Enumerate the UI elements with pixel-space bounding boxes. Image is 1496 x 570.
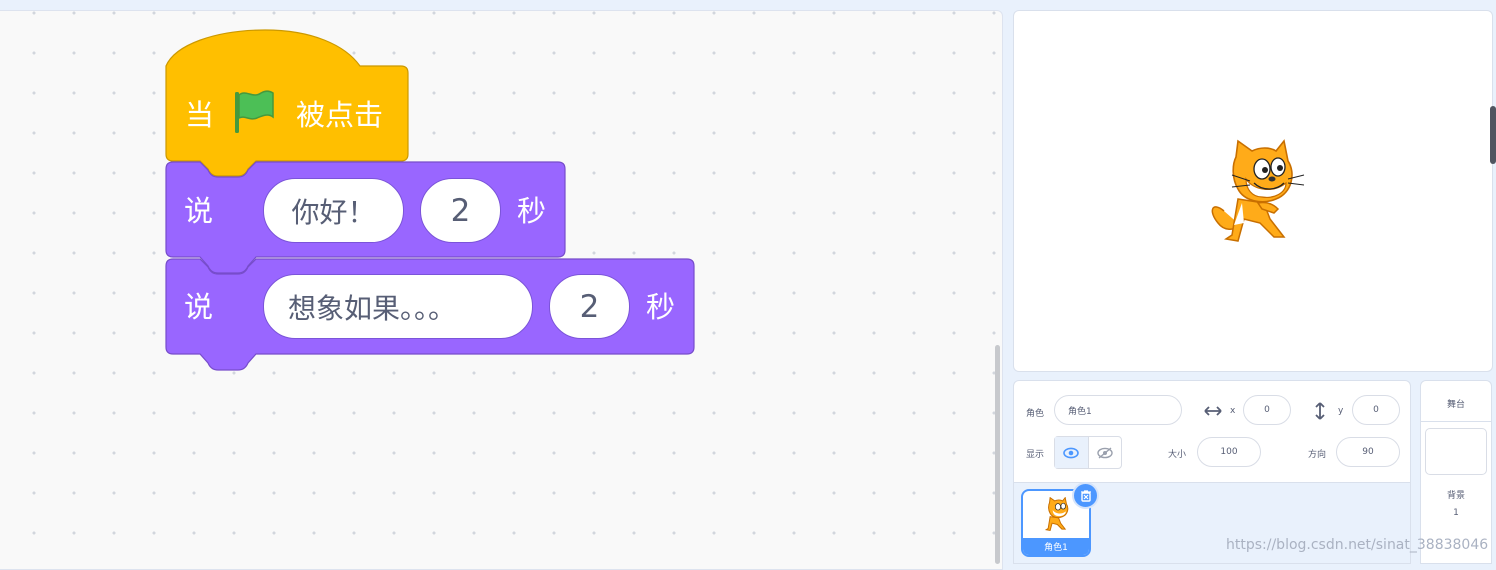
- hat-clicked-label: 被点击: [296, 98, 384, 132]
- watermark: https://blog.csdn.net/sinat_38838046: [1226, 537, 1489, 553]
- y-input[interactable]: 0: [1352, 395, 1400, 425]
- x-position-icon: [1204, 406, 1222, 416]
- say-1-seconds-input[interactable]: 2: [420, 178, 501, 243]
- sprite-name-label: 角色: [1026, 409, 1045, 419]
- direction-label: 方向: [1308, 450, 1327, 460]
- show-sprite-button[interactable]: [1055, 437, 1089, 468]
- x-label: x: [1230, 406, 1236, 416]
- y-position-icon: [1315, 402, 1325, 420]
- say-2-seconds-input[interactable]: 2: [549, 274, 630, 339]
- cat-sprite[interactable]: [1204, 139, 1314, 249]
- show-label: 显示: [1026, 450, 1045, 460]
- y-label: y: [1338, 406, 1344, 416]
- eye-icon: [1063, 447, 1080, 458]
- cat-sprite-icon: [1044, 497, 1069, 531]
- stage-pane-divider: [1421, 421, 1491, 422]
- sprite-name-input[interactable]: 角色1: [1054, 395, 1182, 425]
- x-input[interactable]: 0: [1243, 395, 1291, 425]
- backdrops-label: 背景: [1446, 491, 1465, 501]
- size-input[interactable]: 100: [1197, 437, 1261, 467]
- stage-resize-handle[interactable]: [1490, 106, 1496, 164]
- backdrops-count: 1: [1453, 508, 1459, 518]
- size-label: 大小: [1168, 450, 1187, 460]
- direction-input[interactable]: 90: [1336, 437, 1400, 467]
- say-1-unit: 秒: [517, 194, 547, 228]
- say-1-message-input[interactable]: 你好！: [263, 178, 404, 243]
- visibility-toggle: [1054, 436, 1122, 469]
- say-2-message-input[interactable]: 想象如果。。。: [263, 274, 533, 339]
- stage-thumbnail[interactable]: [1425, 428, 1487, 475]
- say-1-verb: 说: [184, 194, 214, 228]
- hat-when-label: 当: [185, 98, 215, 132]
- say-2-verb: 说: [184, 290, 214, 324]
- stage-pane-title: 舞台: [1446, 400, 1465, 410]
- stage-canvas[interactable]: [1013, 10, 1493, 372]
- trash-icon: [1080, 489, 1091, 502]
- eye-hidden-icon: [1097, 446, 1113, 459]
- sprite-tile-label: 角色1: [1023, 538, 1089, 555]
- delete-sprite-button[interactable]: [1072, 482, 1099, 509]
- say-2-unit: 秒: [646, 290, 676, 324]
- hide-sprite-button[interactable]: [1089, 437, 1121, 468]
